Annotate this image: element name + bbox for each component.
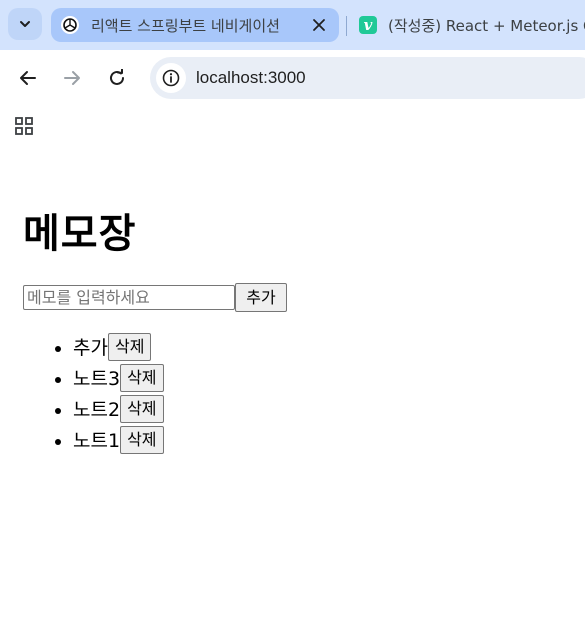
apps-button[interactable] <box>13 115 35 137</box>
v-icon: v <box>359 16 377 34</box>
openai-icon <box>61 16 79 34</box>
chevron-down-icon <box>20 21 30 27</box>
close-icon[interactable] <box>309 15 329 35</box>
add-button[interactable]: 추가 <box>235 283 287 312</box>
tab-title: (작성중) React + Meteor.js Cl <box>388 16 585 35</box>
list-item: 노트2삭제 <box>73 393 164 424</box>
arrow-left-icon <box>20 71 36 85</box>
url-text: localhost:3000 <box>196 68 306 87</box>
delete-button[interactable]: 삭제 <box>120 425 164 454</box>
page-title: 메모장 <box>23 211 137 257</box>
list-item: 노트1삭제 <box>73 424 164 455</box>
site-info-button[interactable] <box>156 63 186 93</box>
forward-button[interactable] <box>56 62 88 94</box>
apps-grid-icon <box>15 117 33 135</box>
tab-separator <box>346 16 347 36</box>
arrow-right-icon <box>64 71 80 85</box>
page-content: 메모장 추가 추가삭제 노트3삭제 노트2삭제 노트1삭제 <box>0 143 585 640</box>
reload-button[interactable] <box>101 62 133 94</box>
address-bar[interactable]: localhost:3000 <box>150 57 585 99</box>
bookmarks-bar <box>0 107 585 143</box>
tab-strip: 리액트 스프링부트 네비게이션 v (작성중) React + Meteor.j… <box>0 0 585 50</box>
back-button[interactable] <box>12 62 44 94</box>
tab-search-button[interactable] <box>8 8 42 40</box>
tab-active[interactable]: 리액트 스프링부트 네비게이션 <box>51 8 339 42</box>
memo-input[interactable] <box>23 285 235 310</box>
reload-icon <box>110 69 124 85</box>
delete-button[interactable]: 삭제 <box>120 363 164 392</box>
memo-text: 노트2 <box>73 399 121 421</box>
tab-inactive[interactable]: v (작성중) React + Meteor.js Cl <box>350 8 585 42</box>
delete-button[interactable]: 삭제 <box>107 332 152 361</box>
tab-title: 리액트 스프링부트 네비게이션 <box>91 16 280 35</box>
info-icon <box>162 69 180 87</box>
memo-list: 추가삭제 노트3삭제 노트2삭제 노트1삭제 <box>0 331 164 455</box>
memo-text: 노트3 <box>73 368 121 390</box>
delete-button[interactable]: 삭제 <box>120 394 164 423</box>
list-item: 노트3삭제 <box>73 362 164 393</box>
memo-text: 추가 <box>73 337 108 359</box>
browser-toolbar: localhost:3000 <box>0 50 585 107</box>
list-item: 추가삭제 <box>73 331 164 362</box>
memo-text: 노트1 <box>73 430 121 452</box>
